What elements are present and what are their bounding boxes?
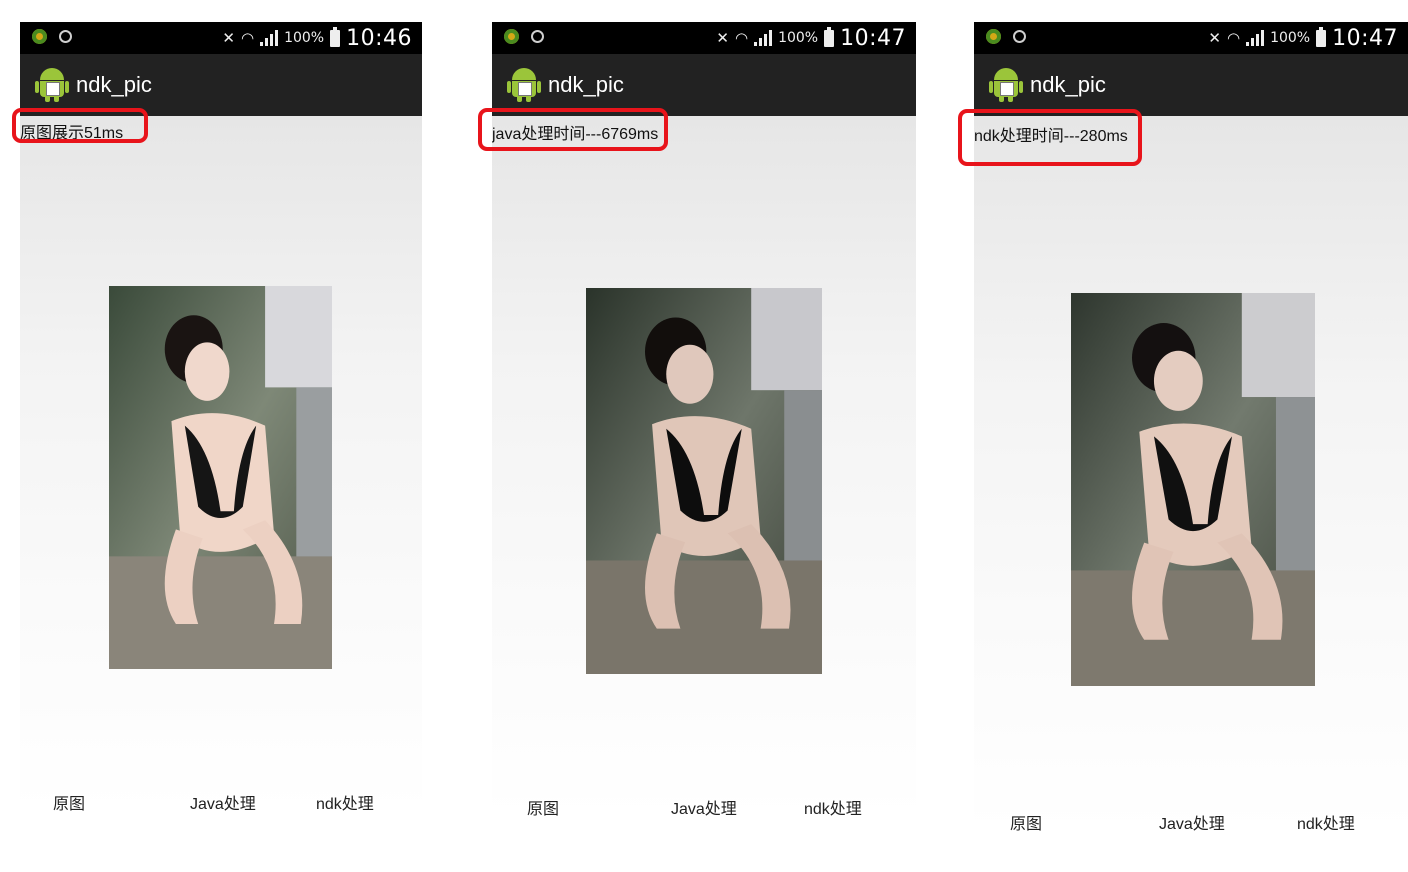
- photo-image: [586, 288, 822, 674]
- mute-icon: ✕: [716, 29, 729, 47]
- highlight-box-original: [12, 108, 148, 143]
- content-area: 原图展示51ms 原图 Java处理 ndk处理: [20, 116, 422, 812]
- notification-icon: [59, 30, 72, 43]
- notification-icon: [504, 29, 519, 44]
- app-title: ndk_pic: [1030, 72, 1106, 97]
- content-area: ndk处理时间---280ms 原图 Java处理 ndk处理: [974, 116, 1408, 832]
- original-button[interactable]: 原图: [1010, 810, 1042, 832]
- wifi-icon: ◠: [240, 29, 255, 47]
- highlight-box-java: [478, 108, 668, 151]
- battery-icon: [1316, 26, 1327, 47]
- java-process-button[interactable]: Java处理: [671, 795, 737, 817]
- original-button[interactable]: 原图: [527, 795, 559, 817]
- battery-percent: 100%: [1270, 30, 1311, 46]
- status-bar: ✕ ◠ 100% 10:46: [20, 22, 422, 54]
- ndk-process-button[interactable]: ndk处理: [804, 795, 862, 817]
- wifi-icon: ◠: [1226, 29, 1241, 47]
- photo-image: [109, 286, 332, 669]
- status-time: 10:47: [840, 25, 906, 51]
- battery-icon: [824, 26, 835, 47]
- status-time: 10:47: [1332, 25, 1398, 51]
- app-title: ndk_pic: [548, 72, 624, 97]
- notification-icon: [986, 29, 1001, 44]
- mute-icon: ✕: [1208, 29, 1221, 47]
- java-process-button[interactable]: Java处理: [190, 790, 256, 812]
- signal-icon: [260, 30, 279, 46]
- android-logo-icon: [989, 68, 1023, 102]
- notification-icon: [531, 30, 544, 43]
- notification-icon: [1013, 30, 1026, 43]
- action-bar: ndk_pic: [974, 54, 1408, 116]
- java-process-button[interactable]: Java处理: [1159, 810, 1225, 832]
- content-area: java处理时间---6769ms 原图 Java处理 ndk处理: [492, 116, 916, 817]
- signal-icon: [1246, 30, 1265, 46]
- battery-percent: 100%: [284, 30, 325, 46]
- android-logo-icon: [35, 68, 69, 102]
- action-bar: ndk_pic: [492, 54, 916, 116]
- highlight-box-ndk: [958, 109, 1142, 166]
- wifi-icon: ◠: [734, 29, 749, 47]
- ndk-process-button[interactable]: ndk处理: [316, 790, 374, 812]
- mute-icon: ✕: [222, 29, 235, 47]
- status-time: 10:46: [346, 25, 412, 51]
- battery-icon: [330, 26, 341, 47]
- photo-image: [1071, 293, 1315, 686]
- android-logo-icon: [507, 68, 541, 102]
- action-bar: ndk_pic: [20, 54, 422, 116]
- signal-icon: [754, 30, 773, 46]
- status-bar: ✕ ◠ 100% 10:47: [492, 22, 916, 54]
- app-title: ndk_pic: [76, 72, 152, 97]
- original-button[interactable]: 原图: [53, 790, 85, 812]
- status-bar: ✕ ◠ 100% 10:47: [974, 22, 1408, 54]
- ndk-process-button[interactable]: ndk处理: [1297, 810, 1355, 832]
- battery-percent: 100%: [778, 30, 819, 46]
- notification-icon: [32, 29, 47, 44]
